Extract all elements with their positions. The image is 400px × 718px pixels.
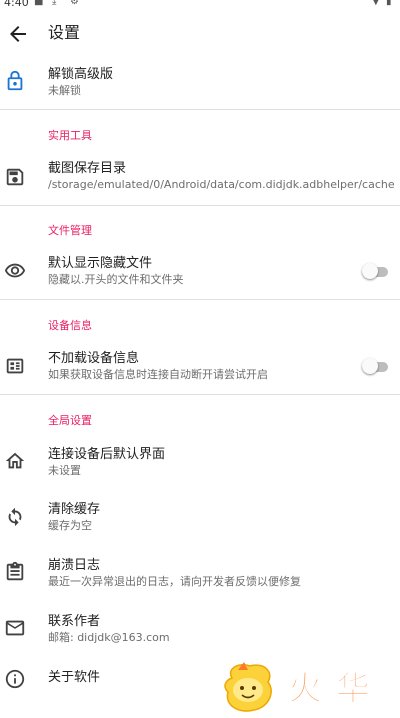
show-hidden-title: 默认显示隐藏文件 [48, 256, 153, 271]
watermark-text: 火华 [288, 669, 384, 709]
mascot-icon [224, 662, 272, 712]
eye-icon [4, 263, 26, 278]
clear-cache-subtitle: 缓存为空 [48, 519, 92, 532]
about-title: 关于软件 [48, 670, 101, 685]
default-page-title: 连接设备后默认界面 [48, 447, 166, 462]
divider [0, 299, 400, 300]
sync-icon [8, 507, 22, 527]
section-header-device: 设备信息 [48, 319, 92, 332]
no-device-info-subtitle: 如果获取设备信息时连接自动断开请尝试开启 [48, 368, 268, 381]
section-header-files: 文件管理 [48, 224, 92, 237]
mail-icon [5, 620, 25, 636]
screenshot-dir-item[interactable]: 截图保存目录 /storage/emulated/0/Android/data/… [0, 154, 400, 200]
app-bar: 设置 [0, 14, 400, 54]
screenshot-dir-path: /storage/emulated/0/Android/data/com.did… [48, 178, 395, 191]
signal-icon: ▼ [372, 0, 380, 7]
status-notification-icon: ■ [34, 0, 44, 7]
save-icon [6, 168, 24, 186]
contact-author-email: 邮箱: didjdk@163.com [48, 631, 170, 644]
unlock-premium-item[interactable]: 解锁高级版 未解锁 [0, 60, 400, 106]
clear-cache-item[interactable]: 清除缓存 缓存为空 [0, 495, 400, 541]
back-arrow-icon [10, 26, 26, 42]
crash-log-subtitle: 最近一次异常退出的日志，请向开发者反馈以便修复 [48, 575, 301, 588]
section-header-tools: 实用工具 [48, 129, 92, 142]
download-icon: ⤓ [52, 0, 57, 7]
app-notification-icon: ⚙ [70, 0, 79, 7]
status-bar: 4:40 ■ ⤓ ⚙ ▼ ▮ [0, 0, 400, 10]
default-page-item[interactable]: 连接设备后默认界面 未设置 [0, 440, 400, 486]
clipboard-icon [6, 561, 24, 581]
toggle-thumb [362, 263, 378, 279]
lock-icon [7, 70, 23, 91]
contact-author-item[interactable]: 联系作者 邮箱: didjdk@163.com [0, 607, 400, 653]
page-title: 设置 [48, 23, 81, 42]
info-icon [5, 669, 25, 689]
status-time: 4:40 [4, 0, 29, 9]
home-icon [5, 452, 25, 469]
no-device-info-title: 不加载设备信息 [48, 351, 140, 366]
unlock-title: 解锁高级版 [48, 67, 114, 82]
back-button[interactable] [6, 22, 30, 46]
watermark-logo: 火华 [224, 662, 384, 712]
clear-cache-title: 清除缓存 [48, 502, 101, 517]
show-hidden-files-item[interactable]: 默认显示隐藏文件 隐藏以.开头的文件和文件夹 [0, 250, 400, 294]
screenshot-dir-title: 截图保存目录 [48, 161, 127, 176]
battery-icon: ▮ [386, 0, 392, 7]
crash-log-title: 崩溃日志 [48, 558, 101, 573]
no-device-info-item[interactable]: 不加载设备信息 如果获取设备信息时连接自动断开请尝试开启 [0, 345, 400, 389]
contact-author-title: 联系作者 [48, 614, 101, 629]
divider [0, 205, 400, 206]
section-header-global: 全局设置 [48, 414, 92, 427]
device-info-icon [6, 358, 24, 374]
unlock-subtitle: 未解锁 [48, 84, 81, 97]
default-page-subtitle: 未设置 [48, 464, 81, 477]
show-hidden-toggle[interactable] [362, 263, 388, 279]
crash-log-item[interactable]: 崩溃日志 最近一次异常退出的日志，请向开发者反馈以便修复 [0, 551, 400, 597]
divider [0, 394, 400, 395]
divider [0, 109, 400, 110]
no-device-info-toggle[interactable] [362, 358, 388, 374]
toggle-thumb [362, 358, 378, 374]
show-hidden-subtitle: 隐藏以.开头的文件和文件夹 [48, 273, 184, 286]
